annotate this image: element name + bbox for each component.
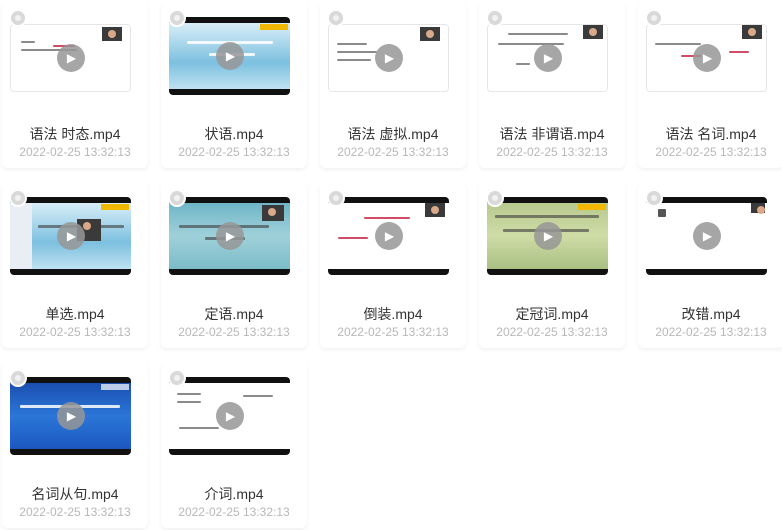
play-icon[interactable]: ▶ bbox=[533, 222, 562, 250]
file-date: 2022-02-25 13:32:13 bbox=[337, 325, 449, 339]
select-circle-icon[interactable] bbox=[327, 189, 345, 207]
play-icon[interactable]: ▶ bbox=[692, 222, 721, 250]
file-name[interactable]: 语法 时态.mp4 bbox=[0, 124, 150, 144]
video-thumbnail[interactable]: ▶ bbox=[169, 197, 290, 275]
file-name[interactable]: 定冠词.mp4 bbox=[477, 304, 627, 324]
video-tile[interactable]: ▶ 改错.mp4 2022-02-25 13:32:13 bbox=[636, 180, 782, 350]
video-tile[interactable]: ▶ 语法 名词.mp4 2022-02-25 13:32:13 bbox=[636, 0, 782, 170]
play-icon[interactable]: ▶ bbox=[374, 222, 403, 250]
video-tile[interactable]: ▶ 语法 时态.mp4 2022-02-25 13:32:13 bbox=[0, 0, 150, 170]
play-icon[interactable]: ▶ bbox=[215, 402, 244, 430]
file-date: 2022-02-25 13:32:13 bbox=[655, 325, 767, 339]
video-thumbnail[interactable]: ▶ bbox=[10, 24, 131, 92]
file-date: 2022-02-25 13:32:13 bbox=[337, 145, 449, 159]
video-thumbnail[interactable]: ▶ bbox=[10, 377, 131, 455]
select-circle-icon[interactable] bbox=[168, 369, 186, 387]
play-icon[interactable]: ▶ bbox=[56, 222, 85, 250]
video-thumbnail[interactable]: ▶ bbox=[10, 197, 131, 275]
file-name[interactable]: 倒装.mp4 bbox=[318, 304, 468, 324]
video-thumbnail[interactable]: ▶ bbox=[328, 197, 449, 275]
select-circle-icon[interactable] bbox=[168, 9, 186, 27]
select-circle-icon[interactable] bbox=[645, 189, 663, 207]
video-tile[interactable]: ▶ 定冠词.mp4 2022-02-25 13:32:13 bbox=[477, 180, 627, 350]
video-tile[interactable]: ▶ 倒装.mp4 2022-02-25 13:32:13 bbox=[318, 180, 468, 350]
file-date: 2022-02-25 13:32:13 bbox=[178, 325, 290, 339]
video-thumbnail[interactable]: ▶ bbox=[169, 377, 290, 455]
video-tile[interactable]: ▶ 语法 虚拟.mp4 2022-02-25 13:32:13 bbox=[318, 0, 468, 170]
select-circle-icon[interactable] bbox=[486, 189, 504, 207]
video-tile[interactable]: ▶ 介词.mp4 2022-02-25 13:32:13 bbox=[159, 360, 309, 530]
play-icon[interactable]: ▶ bbox=[56, 44, 85, 72]
play-icon[interactable]: ▶ bbox=[56, 402, 85, 430]
play-icon[interactable]: ▶ bbox=[215, 42, 244, 70]
video-thumbnail[interactable]: ▶ bbox=[487, 197, 608, 275]
file-date: 2022-02-25 13:32:13 bbox=[178, 505, 290, 519]
video-thumbnail[interactable]: ▶ bbox=[328, 24, 449, 92]
play-icon[interactable]: ▶ bbox=[215, 222, 244, 250]
video-tile[interactable]: ▶ 状语.mp4 2022-02-25 13:32:13 bbox=[159, 0, 309, 170]
video-thumbnail[interactable]: ▶ bbox=[646, 24, 767, 92]
video-thumbnail[interactable]: ▶ bbox=[646, 197, 767, 275]
select-circle-icon[interactable] bbox=[645, 9, 663, 27]
video-tile[interactable]: ▶ 语法 非谓语.mp4 2022-02-25 13:32:13 bbox=[477, 0, 627, 170]
file-name[interactable]: 改错.mp4 bbox=[636, 304, 782, 324]
file-date: 2022-02-25 13:32:13 bbox=[496, 145, 608, 159]
video-tile[interactable]: ▶ 单选.mp4 2022-02-25 13:32:13 bbox=[0, 180, 150, 350]
select-circle-icon[interactable] bbox=[486, 9, 504, 27]
select-circle-icon[interactable] bbox=[9, 369, 27, 387]
file-name[interactable]: 语法 非谓语.mp4 bbox=[477, 124, 627, 144]
file-date: 2022-02-25 13:32:13 bbox=[178, 145, 290, 159]
play-icon[interactable]: ▶ bbox=[692, 44, 721, 72]
select-circle-icon[interactable] bbox=[168, 189, 186, 207]
video-tile[interactable]: ▶ 名词从句.mp4 2022-02-25 13:32:13 bbox=[0, 360, 150, 530]
file-name[interactable]: 语法 名词.mp4 bbox=[636, 124, 782, 144]
file-name[interactable]: 状语.mp4 bbox=[159, 124, 309, 144]
file-name[interactable]: 名词从句.mp4 bbox=[0, 484, 150, 504]
file-date: 2022-02-25 13:32:13 bbox=[19, 505, 131, 519]
file-name[interactable]: 定语.mp4 bbox=[159, 304, 309, 324]
file-grid: ▶ 语法 时态.mp4 2022-02-25 13:32:13 ▶ 状语.mp4… bbox=[0, 0, 782, 525]
file-date: 2022-02-25 13:32:13 bbox=[496, 325, 608, 339]
play-icon[interactable]: ▶ bbox=[533, 44, 562, 72]
select-circle-icon[interactable] bbox=[9, 189, 27, 207]
video-tile[interactable]: ▶ 定语.mp4 2022-02-25 13:32:13 bbox=[159, 180, 309, 350]
file-name[interactable]: 介词.mp4 bbox=[159, 484, 309, 504]
file-name[interactable]: 语法 虚拟.mp4 bbox=[318, 124, 468, 144]
video-thumbnail[interactable]: ▶ bbox=[169, 17, 290, 95]
file-date: 2022-02-25 13:32:13 bbox=[655, 145, 767, 159]
select-circle-icon[interactable] bbox=[9, 9, 27, 27]
file-name[interactable]: 单选.mp4 bbox=[0, 304, 150, 324]
video-thumbnail[interactable]: ▶ bbox=[487, 24, 608, 92]
file-date: 2022-02-25 13:32:13 bbox=[19, 325, 131, 339]
play-icon[interactable]: ▶ bbox=[374, 44, 403, 72]
file-date: 2022-02-25 13:32:13 bbox=[19, 145, 131, 159]
select-circle-icon[interactable] bbox=[327, 9, 345, 27]
